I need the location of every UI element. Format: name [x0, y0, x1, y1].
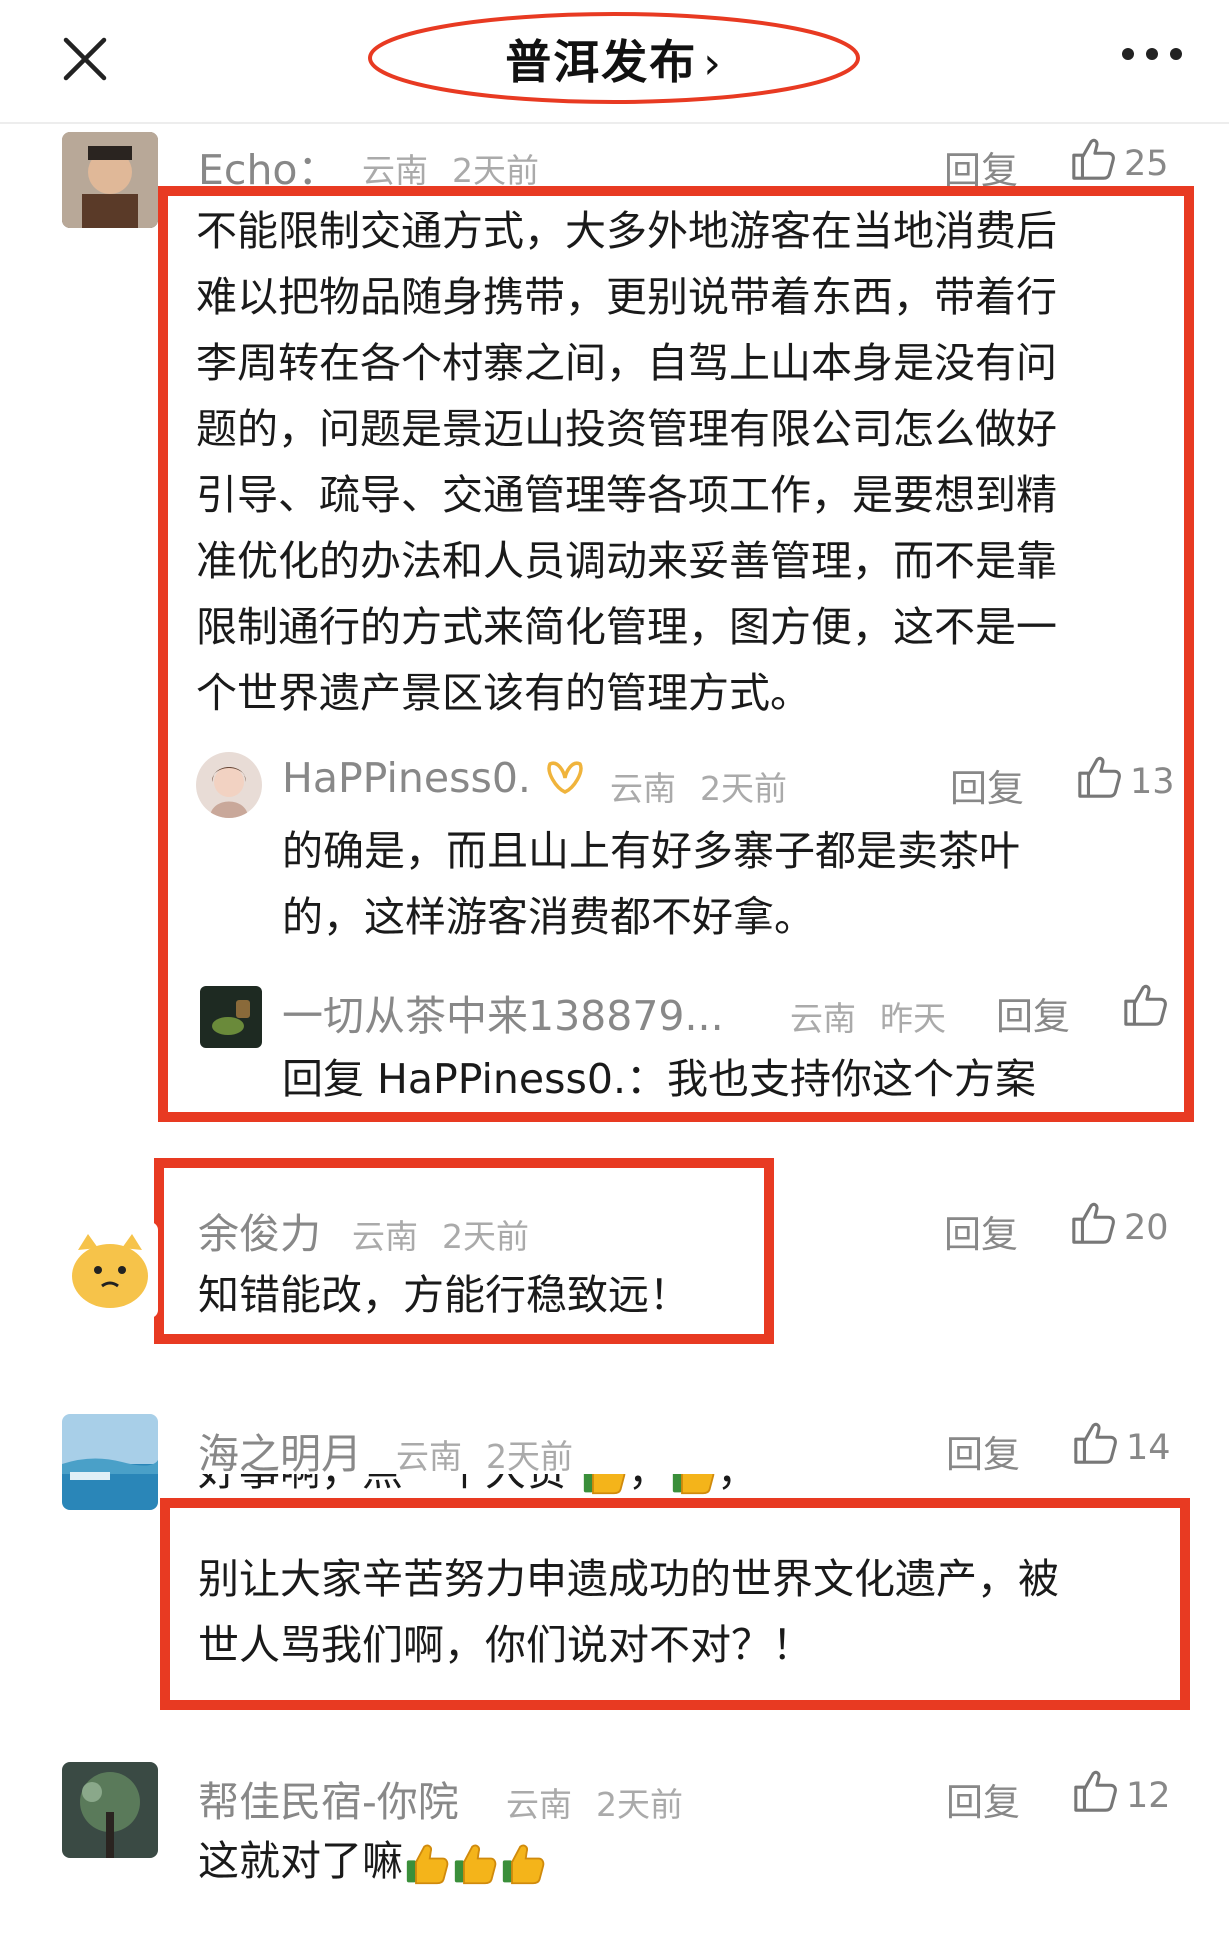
- comment-line: 李周转在各个村寨之间，自驾上山本身是没有问: [196, 339, 1057, 387]
- reply-time: 昨天: [880, 999, 946, 1038]
- reply-line: 的确是，而且山上有好多寨子都是卖茶叶: [282, 827, 1020, 875]
- comment-location: 云南: [506, 1785, 572, 1824]
- reply-author-name[interactable]: HaPPiness0.: [282, 754, 531, 802]
- reply-button[interactable]: 回复: [946, 1772, 1020, 1826]
- like-icon[interactable]: [1072, 1420, 1118, 1466]
- comment-line: 世人骂我们啊，你们说对不对？！: [198, 1621, 813, 1669]
- like-count: 12: [1126, 1776, 1171, 1816]
- comment-body: 别让大家辛苦努力申遗成功的世界文化遗产，被 世人骂我们啊，你们说对不对？！: [198, 1546, 1168, 1678]
- comment-line: 难以把物品随身携带，更别说带着东西，带着行: [196, 273, 1057, 321]
- like-count: 25: [1124, 144, 1169, 184]
- page-title: 普洱发布 ›: [366, 26, 862, 92]
- comment-time: 2天前: [452, 151, 539, 190]
- reply-time: 2天前: [700, 769, 787, 808]
- chevron-right-icon: ›: [703, 38, 723, 89]
- thumbs-up-emoji-icon: [453, 1842, 497, 1886]
- vip-badge-icon: [547, 761, 583, 794]
- like-count: 14: [1126, 1428, 1171, 1468]
- comment-body: 不能限制交通方式，大多外地游客在当地消费后 难以把物品随身携带，更别说带着东西，…: [196, 198, 1166, 726]
- top-bar: 普洱发布 ›: [0, 0, 1229, 124]
- partial-text: 好事啊，点一个大赞: [198, 1474, 567, 1495]
- like-icon[interactable]: [1070, 1200, 1116, 1246]
- comment-location: 云南: [396, 1437, 462, 1476]
- comment-line: 限制通行的方式来简化管理，图方便，这不是一: [196, 603, 1057, 651]
- reply-body: 的确是，而且山上有好多寨子都是卖茶叶 的，这样游客消费都不好拿。: [282, 818, 1162, 950]
- comment-time: 2天前: [596, 1785, 683, 1824]
- reply-button[interactable]: 回复: [996, 986, 1070, 1040]
- avatar-tea[interactable]: [200, 986, 262, 1048]
- avatar-echo[interactable]: [62, 132, 158, 228]
- thumbs-up-emoji-icon: [671, 1474, 715, 1496]
- comment-line: 别让大家辛苦努力申遗成功的世界文化遗产，被: [198, 1555, 1059, 1603]
- commenter-name[interactable]: 海之明月: [198, 1420, 362, 1480]
- avatar-haizhimingyue[interactable]: [62, 1414, 158, 1510]
- comment-time: 2天前: [486, 1437, 573, 1476]
- comment-line: 引导、疏导、交通管理等各项工作，是要想到精: [196, 471, 1057, 519]
- reply-author-name[interactable]: 一切从茶中来138879...: [282, 982, 724, 1042]
- reply-body: 回复 HaPPiness0.：我也支持你这个方案: [282, 1046, 1162, 1112]
- comment-line: 不能限制交通方式，大多外地游客在当地消费后: [196, 207, 1057, 255]
- avatar-bangjia[interactable]: [62, 1762, 158, 1858]
- avatar-happiness[interactable]: [196, 752, 262, 818]
- thumbs-up-emoji-icon: [501, 1842, 545, 1886]
- reply-text: 我也支持你这个方案: [666, 1055, 1036, 1103]
- like-icon[interactable]: [1072, 1768, 1118, 1814]
- comment-body: 这就对了嘛: [198, 1828, 898, 1894]
- clap-emoji-icon: [582, 1474, 626, 1496]
- comment-line: 题的，问题是景迈山投资管理有限公司怎么做好: [196, 405, 1057, 453]
- comment-time: 2天前: [442, 1217, 529, 1256]
- like-icon[interactable]: [1070, 136, 1116, 182]
- commenter-name[interactable]: 帮佳民宿-你院: [198, 1768, 459, 1828]
- comment-location: 云南: [362, 151, 428, 190]
- reply-button[interactable]: 回复: [944, 1204, 1018, 1258]
- like-icon[interactable]: [1076, 754, 1122, 800]
- reply-location: 云南: [790, 999, 856, 1038]
- comment-location: 云南: [352, 1217, 418, 1256]
- title-label: 普洱发布: [505, 35, 698, 89]
- reply-to-prefix: 回复 HaPPiness0.：: [282, 1055, 667, 1103]
- avatar-yujunli[interactable]: [62, 1222, 158, 1318]
- reply-line: 的，这样游客消费都不好拿。: [282, 893, 815, 941]
- commenter-name[interactable]: 余俊力: [198, 1200, 321, 1260]
- thumbs-up-emoji-icon: [405, 1842, 449, 1886]
- reply-location: 云南: [610, 769, 676, 808]
- more-icon[interactable]: [1120, 44, 1184, 64]
- reply-button[interactable]: 回复: [946, 1424, 1020, 1478]
- like-icon[interactable]: [1122, 982, 1168, 1028]
- comment-line: 准优化的办法和人员调动来妥善管理，而不是靠: [196, 537, 1057, 585]
- reply-button[interactable]: 回复: [950, 758, 1024, 812]
- close-icon[interactable]: [62, 36, 108, 82]
- like-count: 20: [1124, 1208, 1169, 1248]
- comment-line: 个世界遗产景区该有的管理方式。: [196, 669, 811, 717]
- account-title-button[interactable]: 普洱发布 ›: [366, 8, 862, 112]
- like-count: 13: [1130, 762, 1175, 802]
- comment-body: 知错能改，方能行稳致远！: [198, 1271, 690, 1319]
- comment-text: 这就对了嘛: [198, 1837, 403, 1885]
